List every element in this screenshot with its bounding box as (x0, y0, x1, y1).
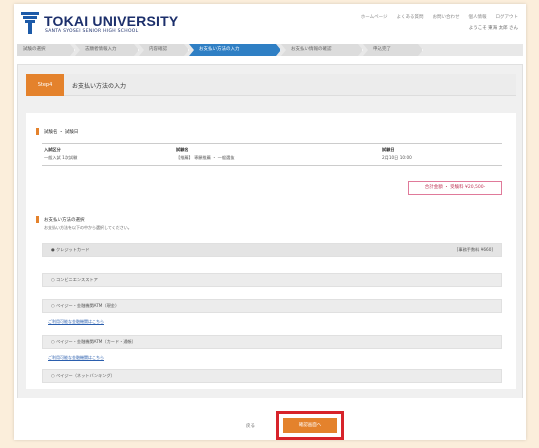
step-badge: Step4 (26, 74, 64, 96)
payment-option-label: ○ ペイジー・金融機関ATM（現金） (51, 303, 120, 308)
title-row: Step4 お支払い方法の入力 (26, 74, 516, 96)
exam-col-category: 入試区分 (44, 147, 61, 152)
divider (42, 143, 502, 144)
header-link-logout[interactable]: ログアウト (496, 14, 519, 20)
exam-cell-category: 一般入試 1次試験 (44, 155, 78, 160)
exam-col-date: 試験日 (382, 147, 395, 152)
payment-option-payeasy-cash[interactable]: ○ ペイジー・金融機関ATM（現金） (42, 299, 502, 313)
exam-cell-name: 【推薦】 専願推薦 ・ 一般選抜 (176, 155, 235, 160)
header-user-greeting: ようこそ 東海 太郎 さん (468, 26, 518, 31)
main-panel: Step4 お支払い方法の入力 試験名 ・ 試験日 入試区分 試験名 試験日 一… (17, 64, 523, 436)
payment-option-credit-card[interactable]: ● クレジットカード [事務手数料 ¥660] (42, 243, 502, 257)
payment-option-label: ○ コンビニエンスストア (51, 277, 98, 282)
payment-option-label: ○ ペイジー（ネットバンキング） (51, 373, 115, 378)
header-links: ホームページ よくある質問 お問い合わせ 個人情報 ログアウト (361, 14, 518, 20)
logo-subtitle: SANTA SYOSEI SENIOR HIGH SCHOOL (45, 29, 139, 34)
step-6: 申込完了 (363, 44, 423, 56)
payment-option-fee: [事務手数料 ¥660] (456, 247, 493, 252)
payment-option-convenience-store[interactable]: ○ コンビニエンスストア (42, 273, 502, 287)
header-link-home[interactable]: ホームページ (361, 14, 388, 20)
header-link-privacy[interactable]: 個人情報 (469, 14, 487, 20)
exam-cell-date: 2月10日 10:00 (382, 155, 412, 160)
payment-option-payeasy-card[interactable]: ○ ペイジー・金融機関ATM（カード・通帳） (42, 335, 502, 349)
tokai-logo-icon (21, 12, 39, 34)
header-link-faq[interactable]: よくある質問 (397, 14, 424, 20)
header-link-contact[interactable]: お問い合わせ (433, 14, 460, 20)
progress-steps: 試験の選択 志願者情報入力 内容確認 お支払い方法の入力 お支払い情報の確認 申… (17, 44, 523, 56)
total-amount: 合計金額 ・ 受験料 ¥20,500- (408, 181, 502, 195)
step-5: お支払い情報の確認 (281, 44, 363, 56)
step-1: 試験の選択 (17, 44, 75, 56)
site-header: TOKAI UNIVERSITY SANTA SYOSEI SENIOR HIG… (14, 4, 526, 40)
bank-list-link[interactable]: ご利用可能な金融機関はこちら (48, 355, 104, 361)
divider (42, 165, 502, 166)
step-3: 内容確認 (139, 44, 189, 56)
exam-col-name: 試験名 (176, 147, 189, 152)
step-4-active: お支払い方法の入力 (189, 44, 281, 56)
next-button[interactable]: 確認画面へ (283, 418, 337, 433)
payment-option-label: ○ ペイジー・金融機関ATM（カード・通帳） (51, 339, 136, 344)
page: TOKAI UNIVERSITY SANTA SYOSEI SENIOR HIG… (14, 4, 526, 440)
payment-option-net-banking[interactable]: ○ ペイジー（ネットバンキング） (42, 369, 502, 383)
back-button[interactable]: 戻る (246, 423, 255, 429)
exam-section-heading: 試験名 ・ 試験日 (35, 128, 79, 135)
page-title: お支払い方法の入力 (72, 83, 127, 90)
next-button-highlight: 確認画面へ (276, 411, 344, 440)
footer-bar (17, 398, 523, 440)
logo-title[interactable]: TOKAI UNIVERSITY (44, 13, 178, 29)
payment-section-heading: お支払い方法の選択 (36, 216, 85, 223)
step-2: 志願者情報入力 (75, 44, 139, 56)
payment-option-label: ● クレジットカード (51, 247, 90, 252)
content-box: 試験名 ・ 試験日 入試区分 試験名 試験日 一般入試 1次試験 【推薦】 専願… (26, 113, 516, 389)
payment-section-desc: お支払い方法を以下の中から選択してください。 (44, 225, 132, 230)
bank-list-link[interactable]: ご利用可能な金融機関はこちら (48, 319, 104, 325)
